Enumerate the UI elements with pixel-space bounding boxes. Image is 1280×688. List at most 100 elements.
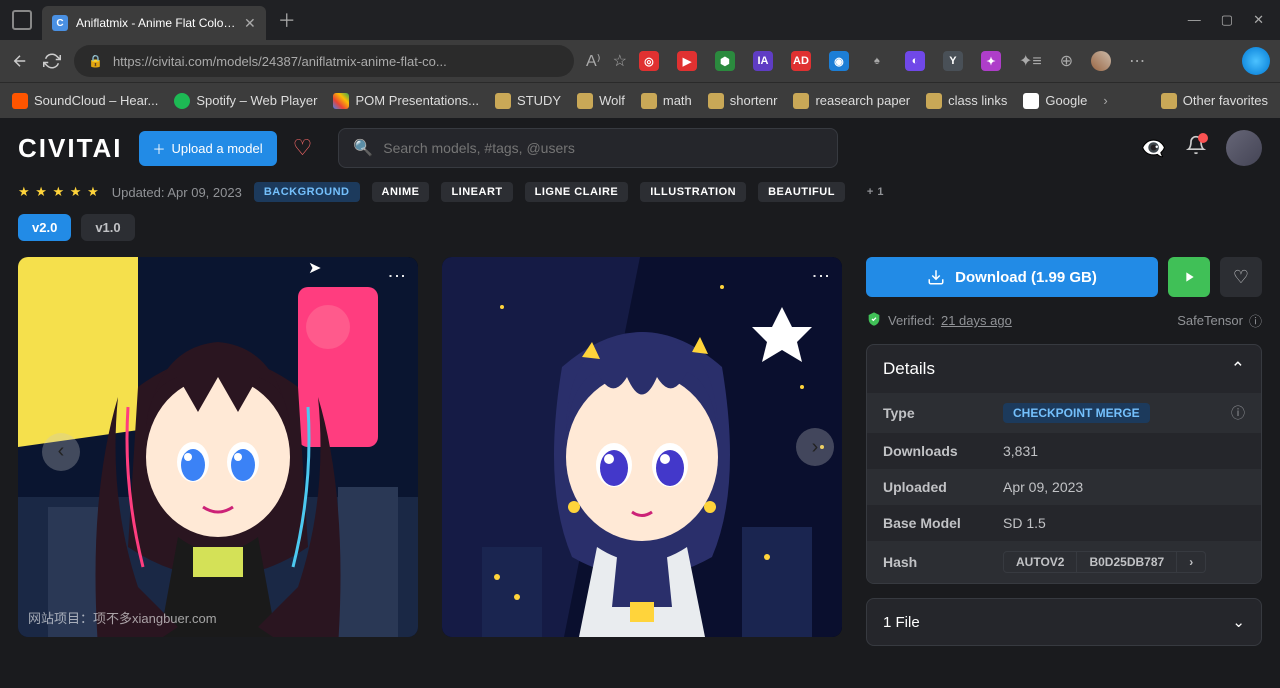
extension-icon[interactable]: ⬢ xyxy=(715,51,735,71)
window-maximize-button[interactable]: ▢ xyxy=(1221,12,1233,28)
extension-icon[interactable]: AD xyxy=(791,51,811,71)
upload-model-button[interactable]: ＋ Upload a model xyxy=(139,131,277,166)
favorites-icon[interactable]: ✦≡ xyxy=(1019,51,1042,71)
browser-tab[interactable]: C Aniflatmix - Anime Flat Color Sty ✕ xyxy=(42,6,266,40)
url-input[interactable]: 🔒 https://civitai.com/models/24387/anifl… xyxy=(74,45,574,77)
rating-stars: ★ ★ ★ ★ ★ xyxy=(18,184,100,200)
window-close-button[interactable]: ✕ xyxy=(1253,12,1264,28)
tab-actions-icon[interactable] xyxy=(12,10,32,30)
version-tab-active[interactable]: v2.0 xyxy=(18,214,71,241)
detail-row-uploaded: Uploaded Apr 09, 2023 xyxy=(867,469,1261,505)
image-menu-icon[interactable]: ⋮ xyxy=(386,267,408,285)
tag[interactable]: ANIME xyxy=(372,182,430,202)
detail-row-basemodel: Base Model SD 1.5 xyxy=(867,505,1261,541)
run-button[interactable] xyxy=(1168,257,1210,297)
extension-icon[interactable]: ✦ xyxy=(981,51,1001,71)
bookmark-item[interactable]: Spotify – Web Player xyxy=(174,93,317,109)
model-sidebar: Download (1.99 GB) ♡ Verified: 21 days a… xyxy=(866,257,1262,646)
browser-title-bar: C Aniflatmix - Anime Flat Color Sty ✕ ＋ … xyxy=(0,0,1280,40)
gallery-image[interactable]: ⋮ xyxy=(442,257,842,637)
version-tab[interactable]: v1.0 xyxy=(81,214,134,241)
bookmark-folder[interactable]: reasearch paper xyxy=(793,93,910,109)
model-meta: ★ ★ ★ ★ ★ Updated: Apr 09, 2023 BACKGROU… xyxy=(0,178,1280,214)
gallery-prev-button[interactable]: ‹ xyxy=(42,433,80,471)
extension-icon[interactable]: ◎ xyxy=(639,51,659,71)
verified-time-link[interactable]: 21 days ago xyxy=(941,313,1012,328)
download-button[interactable]: Download (1.99 GB) xyxy=(866,257,1158,297)
detail-row-type: Type CHECKPOINT MERGE ⓘ xyxy=(867,393,1261,433)
bookmark-folder[interactable]: class links xyxy=(926,93,1007,109)
site-header: CIVITAI ＋ Upload a model ♡ 🔍 👁️‍🗨️ xyxy=(0,118,1280,178)
collections-icon[interactable]: ⊕ xyxy=(1060,51,1073,71)
tab-favicon: C xyxy=(52,15,68,31)
info-icon[interactable]: ⓘ xyxy=(1249,311,1262,330)
type-badge: CHECKPOINT MERGE xyxy=(1003,403,1150,423)
heart-icon[interactable]: ♡ xyxy=(293,135,313,161)
files-toggle[interactable]: 1 File ⌄ xyxy=(866,598,1262,646)
profile-icon[interactable] xyxy=(1091,51,1111,71)
details-card: Details ⌃ Type CHECKPOINT MERGE ⓘ Downlo… xyxy=(866,344,1262,584)
gallery-next-button[interactable]: › xyxy=(796,428,834,466)
version-tabs: v2.0 v1.0 xyxy=(0,214,1280,257)
window-minimize-button[interactable]: — xyxy=(1188,12,1201,28)
extension-icon[interactable]: ◐ xyxy=(905,51,925,71)
bookmark-folder[interactable]: shortenr xyxy=(708,93,778,109)
new-tab-button[interactable]: ＋ xyxy=(278,7,296,33)
site-logo[interactable]: CIVITAI xyxy=(18,133,123,164)
tab-close-icon[interactable]: ✕ xyxy=(244,15,256,32)
plus-icon: ＋ xyxy=(153,139,166,158)
detail-row-hash: Hash AUTOV2 B0D25DB787 › xyxy=(867,541,1261,583)
verification-row: Verified: 21 days ago SafeTensor ⓘ xyxy=(866,311,1262,330)
extension-icon[interactable]: ▶ xyxy=(677,51,697,71)
chevron-down-icon: ⌄ xyxy=(1232,613,1245,631)
tag[interactable]: ILLUSTRATION xyxy=(640,182,746,202)
hash-value: AUTOV2 B0D25DB787 › xyxy=(1003,551,1206,573)
updated-date: Updated: Apr 09, 2023 xyxy=(112,185,242,200)
search-input[interactable]: 🔍 xyxy=(338,128,838,168)
bookmarks-overflow-icon[interactable]: › xyxy=(1103,93,1107,108)
shield-check-icon xyxy=(866,311,882,330)
watermark-text: 网站项目：项不多xiangbuer.com xyxy=(28,608,217,627)
back-button[interactable] xyxy=(10,52,30,70)
bookmark-item[interactable]: POM Presentations... xyxy=(333,93,479,109)
more-icon[interactable]: ⋯ xyxy=(1129,51,1145,71)
bookmark-folder[interactable]: Wolf xyxy=(577,93,625,109)
safetensor-label: SafeTensor xyxy=(1177,313,1243,328)
user-avatar[interactable] xyxy=(1226,130,1262,166)
chevron-up-icon: ⌃ xyxy=(1231,359,1245,379)
url-text: https://civitai.com/models/24387/aniflat… xyxy=(113,54,447,69)
tag[interactable]: BEAUTIFUL xyxy=(758,182,845,202)
bookmark-item[interactable]: Google xyxy=(1023,93,1087,109)
bookmark-folder[interactable]: math xyxy=(641,93,692,109)
search-icon: 🔍 xyxy=(353,138,373,158)
lock-icon: 🔒 xyxy=(88,54,103,68)
eye-off-icon[interactable]: 👁️‍🗨️ xyxy=(1141,136,1166,161)
refresh-button[interactable] xyxy=(42,52,62,70)
favorite-icon[interactable]: ☆ xyxy=(613,51,627,71)
notification-dot xyxy=(1198,133,1208,143)
tag[interactable]: BACKGROUND xyxy=(254,182,360,202)
read-aloud-icon[interactable]: A⁾ xyxy=(586,51,601,71)
extension-icon[interactable]: ◉ xyxy=(829,51,849,71)
bookmarks-bar: SoundCloud – Hear... Spotify – Web Playe… xyxy=(0,82,1280,118)
extension-icon[interactable]: ♠ xyxy=(867,51,887,71)
favorite-button[interactable]: ♡ xyxy=(1220,257,1262,297)
bing-button[interactable] xyxy=(1242,47,1270,75)
hash-expand-button[interactable]: › xyxy=(1177,551,1206,573)
extension-icon[interactable]: Y xyxy=(943,51,963,71)
address-bar: 🔒 https://civitai.com/models/24387/anifl… xyxy=(0,40,1280,82)
details-toggle[interactable]: Details ⌃ xyxy=(867,345,1261,393)
bookmark-folder[interactable]: STUDY xyxy=(495,93,561,109)
notifications-button[interactable] xyxy=(1186,135,1206,161)
extension-icon[interactable]: IA xyxy=(753,51,773,71)
search-field[interactable] xyxy=(383,140,823,156)
bookmark-item[interactable]: SoundCloud – Hear... xyxy=(12,93,158,109)
other-favorites-folder[interactable]: Other favorites xyxy=(1161,93,1268,109)
tag[interactable]: LINEART xyxy=(441,182,512,202)
image-menu-icon[interactable]: ⋮ xyxy=(810,267,832,285)
image-gallery: ‹ ⋮ xyxy=(18,257,842,646)
tab-title: Aniflatmix - Anime Flat Color Sty xyxy=(76,16,236,30)
tag-more[interactable]: + 1 xyxy=(857,182,894,202)
tag[interactable]: LIGNE CLAIRE xyxy=(525,182,629,202)
info-icon[interactable]: ⓘ xyxy=(1231,403,1245,423)
